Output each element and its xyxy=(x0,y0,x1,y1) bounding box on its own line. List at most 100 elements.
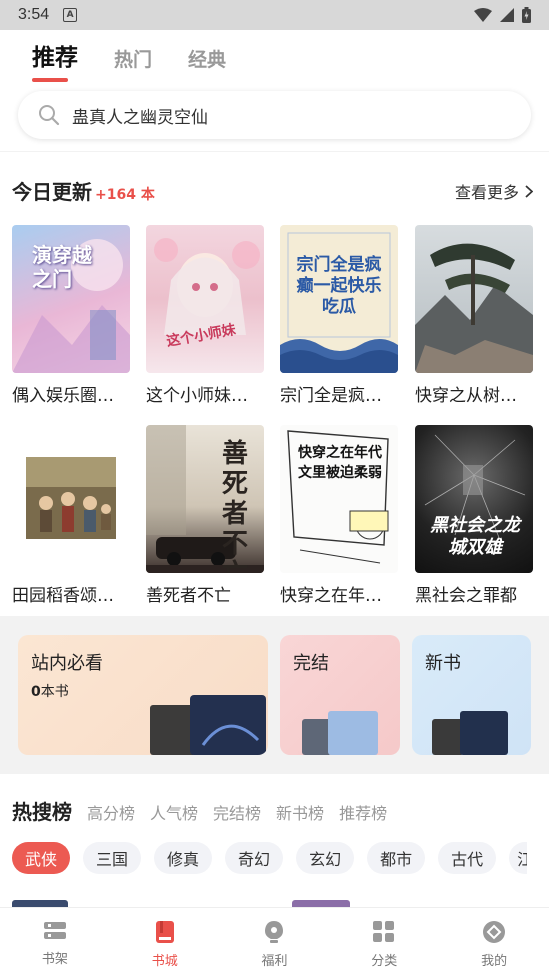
cover-art xyxy=(415,243,533,373)
book-title: 快穿之从树… xyxy=(415,386,517,406)
book-card[interactable]: 这个小师妹 这个小师妹… xyxy=(146,225,264,406)
wifi-icon xyxy=(474,8,492,22)
category-icon xyxy=(373,921,395,942)
cover-art xyxy=(26,457,116,539)
status-icons xyxy=(474,7,531,23)
ranking-list-preview xyxy=(292,900,350,907)
ranking-list-preview xyxy=(12,900,68,907)
book-card[interactable]: 黑社会之龙城双雄 黑社会之罪都 xyxy=(415,425,533,606)
book-card[interactable]: 快穿之从树… xyxy=(415,225,533,406)
signal-icon xyxy=(500,8,514,22)
chip-xiuzhen[interactable]: 修真 xyxy=(154,842,213,874)
card-title: 站内必看 xyxy=(31,653,103,674)
rank-tab-recommend[interactable]: 推荐榜 xyxy=(339,800,387,824)
book-card[interactable]: 快穿之在年代文里被迫柔弱 快穿之在年… xyxy=(280,425,398,606)
book-card[interactable]: 宗门全是疯癫一起快乐吃瓜 宗门全是疯… xyxy=(280,225,398,406)
today-update-section: 今日更新 +164 本 查看更多 演穿越之门 偶入娱乐圈… 这个小师妹 这个小师… xyxy=(0,152,549,616)
completed-card[interactable]: 完结 xyxy=(280,635,400,755)
genre-chips: 武侠 三国 修真 奇幻 玄幻 都市 古代 江 xyxy=(12,842,528,874)
cover-title: 快穿之在年代文里被迫柔弱 xyxy=(298,445,382,481)
nav-category[interactable]: 分类 xyxy=(329,908,439,977)
status-time: 3:54 xyxy=(18,6,50,23)
nav-profile[interactable]: 我的 xyxy=(439,908,549,977)
chip-wuxia[interactable]: 武侠 xyxy=(12,842,71,874)
header: 推荐 热门 经典 蛊真人之幽灵空仙 xyxy=(0,30,549,151)
top-tabs: 推荐 热门 经典 xyxy=(32,38,226,84)
cover-title: 宗门全是疯癫一起快乐吃瓜 xyxy=(296,255,382,317)
rank-tab-hot-search[interactable]: 热搜榜 xyxy=(12,796,72,825)
see-more-label: 查看更多 xyxy=(454,183,519,202)
book-title: 黑社会之罪都 xyxy=(415,586,517,606)
tab-recommend[interactable]: 推荐 xyxy=(32,38,78,84)
bottom-nav: 书架 书城 福利 分类 我的 xyxy=(0,907,549,977)
card-subtitle: 0本书 xyxy=(31,681,69,701)
chip-three-kingdoms[interactable]: 三国 xyxy=(83,842,142,874)
notification-icon: A xyxy=(63,8,78,22)
rank-tab-completed[interactable]: 完结榜 xyxy=(213,800,261,824)
book-card[interactable]: 演穿越之门 偶入娱乐圈… xyxy=(12,225,130,406)
nav-label: 书架 xyxy=(41,952,68,967)
see-more-link[interactable]: 查看更多 xyxy=(455,179,533,203)
book-card[interactable]: 田园稻香颂… xyxy=(12,425,130,606)
book-title: 善死者不亡 xyxy=(146,586,231,606)
book-cover: 演穿越之门 xyxy=(12,225,130,373)
tab-classic[interactable]: 经典 xyxy=(188,45,226,84)
rank-tab-high-score[interactable]: 高分榜 xyxy=(87,800,135,824)
book-title: 宗门全是疯… xyxy=(280,386,382,406)
chip-ancient[interactable]: 古代 xyxy=(438,842,497,874)
section-title: 今日更新 +164 本 xyxy=(12,176,155,205)
chip-urban[interactable]: 都市 xyxy=(367,842,426,874)
search-input[interactable]: 蛊真人之幽灵空仙 xyxy=(18,91,531,139)
book-cover xyxy=(12,425,130,573)
book-cover: 善死者不亡 xyxy=(146,425,264,573)
must-read-card[interactable]: 站内必看 0本书 xyxy=(18,635,268,755)
card-count: 0 xyxy=(31,684,41,700)
book-title: 这个小师妹… xyxy=(146,386,248,406)
card-title: 完结 xyxy=(293,653,329,674)
ranking-tabs: 热搜榜 高分榜 人气榜 完结榜 新书榜 推荐榜 xyxy=(12,796,387,825)
cover-title: 演穿越之门 xyxy=(32,243,92,291)
new-books-card[interactable]: 新书 xyxy=(412,635,531,755)
nav-label: 书城 xyxy=(151,954,178,969)
bookstore-icon xyxy=(155,921,174,943)
rank-tab-new[interactable]: 新书榜 xyxy=(276,800,324,824)
ranking-section: 热搜榜 高分榜 人气榜 完结榜 新书榜 推荐榜 武侠 三国 修真 奇幻 玄幻 都… xyxy=(0,774,549,907)
card-books-image xyxy=(150,695,266,755)
tab-hot[interactable]: 热门 xyxy=(114,45,152,84)
book-cover: 这个小师妹 xyxy=(146,225,264,373)
search-icon xyxy=(39,105,60,126)
book-cover: 快穿之在年代文里被迫柔弱 xyxy=(280,425,398,573)
cover-title: 善死者不亡 xyxy=(222,439,249,573)
today-update-title: 今日更新 xyxy=(12,180,92,204)
profile-icon xyxy=(483,921,506,943)
book-cover: 宗门全是疯癫一起快乐吃瓜 xyxy=(280,225,398,373)
nav-bookshelf[interactable]: 书架 xyxy=(0,908,110,977)
chip-fantasy[interactable]: 奇幻 xyxy=(225,842,284,874)
rank-tab-popular[interactable]: 人气榜 xyxy=(150,800,198,824)
nav-welfare[interactable]: 福利 xyxy=(220,908,330,977)
battery-icon xyxy=(522,7,531,23)
nav-label: 我的 xyxy=(481,954,508,969)
chip-xuanhuan[interactable]: 玄幻 xyxy=(296,842,355,874)
book-title: 快穿之在年… xyxy=(280,586,382,606)
nav-bookstore[interactable]: 书城 xyxy=(110,908,220,977)
book-cover xyxy=(415,225,533,373)
nav-label: 分类 xyxy=(371,954,398,969)
status-bar: 3:54 A xyxy=(0,0,549,30)
cover-art xyxy=(154,238,260,335)
update-count: +164 本 xyxy=(95,187,155,203)
book-cover: 黑社会之龙城双雄 xyxy=(415,425,533,573)
welfare-icon xyxy=(265,921,284,943)
feature-cards: 站内必看 0本书 完结 新书 xyxy=(0,616,549,774)
chevron-right-icon xyxy=(525,184,533,198)
book-title: 偶入娱乐圈… xyxy=(12,386,114,406)
card-books-image xyxy=(302,711,378,755)
book-title: 田园稻香颂… xyxy=(12,586,114,606)
card-title: 新书 xyxy=(425,653,461,674)
chip-more[interactable]: 江 xyxy=(509,842,528,874)
book-card[interactable]: 善死者不亡 善死者不亡 xyxy=(146,425,264,606)
search-value: 蛊真人之幽灵空仙 xyxy=(72,107,208,128)
nav-label: 福利 xyxy=(261,954,288,969)
card-unit: 本书 xyxy=(40,684,69,700)
bookshelf-icon xyxy=(43,922,66,939)
